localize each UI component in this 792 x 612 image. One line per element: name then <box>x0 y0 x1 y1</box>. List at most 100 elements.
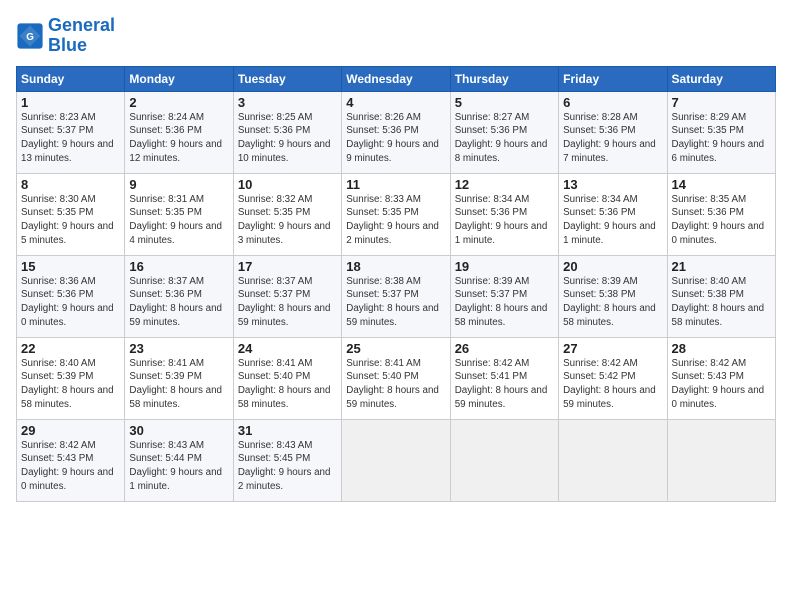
day-number: 12 <box>455 177 554 192</box>
day-number: 24 <box>238 341 337 356</box>
calendar-header-row: Sunday Monday Tuesday Wednesday Thursday… <box>17 66 776 91</box>
sunrise-text: Sunrise: 8:42 AM <box>455 357 554 371</box>
sunrise-text: Sunrise: 8:43 AM <box>129 439 228 453</box>
sunrise-text: Sunrise: 8:26 AM <box>346 111 445 125</box>
day-number: 28 <box>672 341 771 356</box>
day-number: 31 <box>238 423 337 438</box>
daylight-text: Daylight: 9 hours and 5 minutes. <box>21 220 120 247</box>
day-number: 23 <box>129 341 228 356</box>
sunset-text: Sunset: 5:37 PM <box>238 288 337 302</box>
day-info: Sunrise: 8:30 AM Sunset: 5:35 PM Dayligh… <box>21 193 120 248</box>
col-wednesday: Wednesday <box>342 66 450 91</box>
day-number: 18 <box>346 259 445 274</box>
daylight-text: Daylight: 8 hours and 59 minutes. <box>346 384 445 411</box>
sunrise-text: Sunrise: 8:42 AM <box>21 439 120 453</box>
daylight-text: Daylight: 9 hours and 10 minutes. <box>238 138 337 165</box>
table-row: 17 Sunrise: 8:37 AM Sunset: 5:37 PM Dayl… <box>233 255 341 337</box>
daylight-text: Daylight: 8 hours and 59 minutes. <box>563 384 662 411</box>
daylight-text: Daylight: 8 hours and 58 minutes. <box>129 384 228 411</box>
sunrise-text: Sunrise: 8:31 AM <box>129 193 228 207</box>
sunset-text: Sunset: 5:39 PM <box>129 370 228 384</box>
daylight-text: Daylight: 8 hours and 59 minutes. <box>346 302 445 329</box>
sunrise-text: Sunrise: 8:40 AM <box>21 357 120 371</box>
sunrise-text: Sunrise: 8:36 AM <box>21 275 120 289</box>
day-number: 10 <box>238 177 337 192</box>
daylight-text: Daylight: 9 hours and 13 minutes. <box>21 138 120 165</box>
sunset-text: Sunset: 5:35 PM <box>672 124 771 138</box>
sunrise-text: Sunrise: 8:34 AM <box>563 193 662 207</box>
calendar-table: Sunday Monday Tuesday Wednesday Thursday… <box>16 66 776 502</box>
sunset-text: Sunset: 5:38 PM <box>563 288 662 302</box>
sunset-text: Sunset: 5:37 PM <box>21 124 120 138</box>
daylight-text: Daylight: 9 hours and 6 minutes. <box>672 138 771 165</box>
calendar-week-row: 1 Sunrise: 8:23 AM Sunset: 5:37 PM Dayli… <box>17 91 776 173</box>
day-info: Sunrise: 8:27 AM Sunset: 5:36 PM Dayligh… <box>455 111 554 166</box>
day-info: Sunrise: 8:39 AM Sunset: 5:38 PM Dayligh… <box>563 275 662 330</box>
sunrise-text: Sunrise: 8:28 AM <box>563 111 662 125</box>
table-row: 26 Sunrise: 8:42 AM Sunset: 5:41 PM Dayl… <box>450 337 558 419</box>
day-info: Sunrise: 8:42 AM Sunset: 5:43 PM Dayligh… <box>672 357 771 412</box>
sunset-text: Sunset: 5:35 PM <box>346 206 445 220</box>
sunrise-text: Sunrise: 8:38 AM <box>346 275 445 289</box>
table-row: 20 Sunrise: 8:39 AM Sunset: 5:38 PM Dayl… <box>559 255 667 337</box>
logo-text: General <box>48 16 115 36</box>
daylight-text: Daylight: 9 hours and 1 minute. <box>129 466 228 493</box>
sunset-text: Sunset: 5:36 PM <box>21 288 120 302</box>
calendar-week-row: 15 Sunrise: 8:36 AM Sunset: 5:36 PM Dayl… <box>17 255 776 337</box>
page-header: G General Blue <box>16 16 776 56</box>
sunrise-text: Sunrise: 8:25 AM <box>238 111 337 125</box>
table-row: 9 Sunrise: 8:31 AM Sunset: 5:35 PM Dayli… <box>125 173 233 255</box>
col-friday: Friday <box>559 66 667 91</box>
day-info: Sunrise: 8:25 AM Sunset: 5:36 PM Dayligh… <box>238 111 337 166</box>
table-row: 22 Sunrise: 8:40 AM Sunset: 5:39 PM Dayl… <box>17 337 125 419</box>
day-info: Sunrise: 8:34 AM Sunset: 5:36 PM Dayligh… <box>455 193 554 248</box>
day-info: Sunrise: 8:37 AM Sunset: 5:36 PM Dayligh… <box>129 275 228 330</box>
sunrise-text: Sunrise: 8:41 AM <box>238 357 337 371</box>
daylight-text: Daylight: 8 hours and 58 minutes. <box>238 384 337 411</box>
sunrise-text: Sunrise: 8:41 AM <box>129 357 228 371</box>
day-info: Sunrise: 8:40 AM Sunset: 5:39 PM Dayligh… <box>21 357 120 412</box>
daylight-text: Daylight: 8 hours and 59 minutes. <box>238 302 337 329</box>
day-number: 7 <box>672 95 771 110</box>
col-saturday: Saturday <box>667 66 775 91</box>
table-row: 29 Sunrise: 8:42 AM Sunset: 5:43 PM Dayl… <box>17 419 125 501</box>
day-number: 21 <box>672 259 771 274</box>
logo-text-blue: Blue <box>48 36 115 56</box>
sunrise-text: Sunrise: 8:37 AM <box>129 275 228 289</box>
sunset-text: Sunset: 5:43 PM <box>672 370 771 384</box>
daylight-text: Daylight: 9 hours and 0 minutes. <box>21 302 120 329</box>
logo: G General Blue <box>16 16 115 56</box>
sunset-text: Sunset: 5:36 PM <box>563 124 662 138</box>
table-row: 14 Sunrise: 8:35 AM Sunset: 5:36 PM Dayl… <box>667 173 775 255</box>
day-number: 2 <box>129 95 228 110</box>
daylight-text: Daylight: 9 hours and 0 minutes. <box>21 466 120 493</box>
daylight-text: Daylight: 9 hours and 9 minutes. <box>346 138 445 165</box>
day-info: Sunrise: 8:34 AM Sunset: 5:36 PM Dayligh… <box>563 193 662 248</box>
daylight-text: Daylight: 9 hours and 0 minutes. <box>672 384 771 411</box>
table-row: 6 Sunrise: 8:28 AM Sunset: 5:36 PM Dayli… <box>559 91 667 173</box>
sunrise-text: Sunrise: 8:30 AM <box>21 193 120 207</box>
daylight-text: Daylight: 9 hours and 1 minute. <box>455 220 554 247</box>
day-info: Sunrise: 8:32 AM Sunset: 5:35 PM Dayligh… <box>238 193 337 248</box>
sunset-text: Sunset: 5:40 PM <box>238 370 337 384</box>
sunrise-text: Sunrise: 8:41 AM <box>346 357 445 371</box>
daylight-text: Daylight: 8 hours and 58 minutes. <box>563 302 662 329</box>
sunset-text: Sunset: 5:35 PM <box>21 206 120 220</box>
sunrise-text: Sunrise: 8:27 AM <box>455 111 554 125</box>
sunset-text: Sunset: 5:40 PM <box>346 370 445 384</box>
daylight-text: Daylight: 8 hours and 59 minutes. <box>455 384 554 411</box>
daylight-text: Daylight: 8 hours and 58 minutes. <box>21 384 120 411</box>
table-row: 30 Sunrise: 8:43 AM Sunset: 5:44 PM Dayl… <box>125 419 233 501</box>
day-info: Sunrise: 8:42 AM Sunset: 5:43 PM Dayligh… <box>21 439 120 494</box>
day-number: 27 <box>563 341 662 356</box>
sunrise-text: Sunrise: 8:42 AM <box>563 357 662 371</box>
col-monday: Monday <box>125 66 233 91</box>
table-row: 28 Sunrise: 8:42 AM Sunset: 5:43 PM Dayl… <box>667 337 775 419</box>
calendar-page: G General Blue Sunday Monday Tuesday Wed… <box>0 0 792 612</box>
daylight-text: Daylight: 9 hours and 4 minutes. <box>129 220 228 247</box>
day-info: Sunrise: 8:35 AM Sunset: 5:36 PM Dayligh… <box>672 193 771 248</box>
logo-icon: G <box>16 22 44 50</box>
table-row: 25 Sunrise: 8:41 AM Sunset: 5:40 PM Dayl… <box>342 337 450 419</box>
table-row: 21 Sunrise: 8:40 AM Sunset: 5:38 PM Dayl… <box>667 255 775 337</box>
sunrise-text: Sunrise: 8:32 AM <box>238 193 337 207</box>
